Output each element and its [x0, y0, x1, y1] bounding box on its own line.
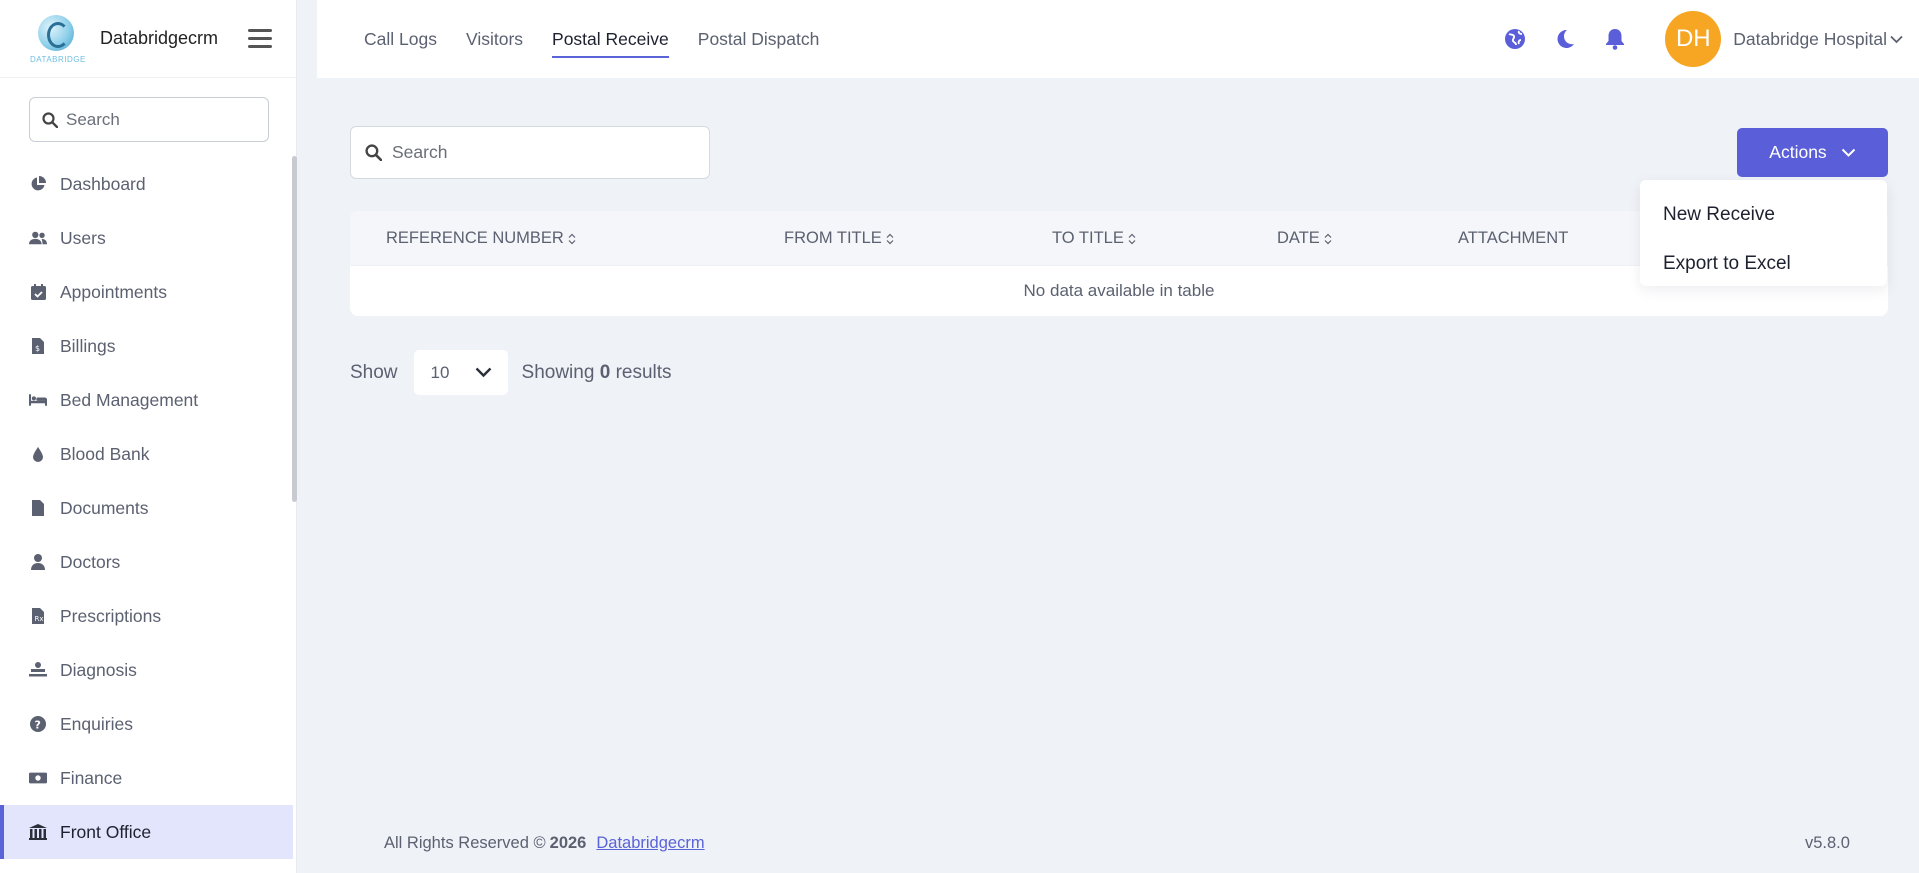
sidebar-item-label: Users [60, 227, 106, 248]
sidebar-item-diagnosis[interactable]: Diagnosis [0, 643, 293, 697]
actions-button[interactable]: Actions [1737, 128, 1888, 177]
footer-year: 2026 [549, 834, 587, 852]
results-summary: Showing 0 results [521, 361, 672, 383]
tab-visitors[interactable]: Visitors [466, 21, 523, 58]
results-count: 0 [599, 361, 611, 383]
sort-icon [568, 233, 576, 244]
money-icon [29, 769, 47, 787]
bell-icon[interactable] [1603, 27, 1627, 51]
sidebar-item-label: Enquiries [60, 713, 133, 734]
sidebar-item-label: Prescriptions [60, 605, 162, 626]
column-attachment: ATTACHMENT [1458, 229, 1569, 247]
invoice-icon: $ [29, 337, 47, 355]
sidebar-item-label: Dashboard [60, 173, 146, 194]
column-from-title[interactable]: FROM TITLE [784, 229, 894, 248]
sidebar-item-label: Diagnosis [60, 659, 137, 680]
sidebar-search [29, 97, 269, 142]
top-header: Call Logs Visitors Postal Receive Postal… [317, 0, 1919, 78]
actions-label: Actions [1769, 142, 1827, 162]
sort-icon [1324, 233, 1332, 244]
menu-item-export-excel[interactable]: Export to Excel [1640, 239, 1887, 288]
menu-item-new-receive[interactable]: New Receive [1640, 190, 1887, 239]
footer-version: v5.8.0 [1805, 834, 1850, 852]
pagination: Show 10 Showing 0 results [350, 350, 672, 395]
sidebar-search-input[interactable] [66, 109, 246, 130]
column-to-title[interactable]: TO TITLE [1052, 229, 1136, 248]
chevron-down-icon [475, 367, 491, 378]
sidebar-item-label: Documents [60, 497, 149, 518]
file-icon [29, 499, 47, 517]
search-icon [365, 144, 382, 161]
sidebar-scrollbar[interactable] [292, 156, 297, 502]
pie-chart-icon [29, 175, 47, 193]
brand-bar: DATABRIDGE Databridgecrm [0, 0, 296, 78]
sidebar-item-label: Doctors [60, 551, 121, 572]
page-size-select[interactable]: 10 [413, 350, 508, 395]
sidebar-item-label: Finance [60, 767, 123, 788]
svg-text:?: ? [35, 719, 41, 732]
avatar[interactable]: DH [1665, 11, 1722, 67]
diagnosis-icon [29, 661, 47, 679]
show-label: Show [350, 361, 398, 383]
column-reference-number[interactable]: REFERENCE NUMBER [386, 229, 576, 248]
sidebar: DATABRIDGE Databridgecrm Dashboard Users… [0, 0, 297, 873]
svg-text:$: $ [35, 344, 40, 353]
sidebar-item-dashboard[interactable]: Dashboard [0, 157, 293, 211]
page-size-value: 10 [430, 362, 450, 382]
sidebar-item-front-office[interactable]: Front Office [0, 805, 293, 859]
user-menu[interactable]: Databridge Hospital [1733, 29, 1903, 50]
prescription-icon: Rx [29, 607, 47, 625]
tab-postal-receive[interactable]: Postal Receive [552, 21, 669, 58]
header-tabs: Call Logs Visitors Postal Receive Postal… [364, 21, 848, 58]
globe-icon[interactable] [1503, 27, 1527, 51]
sort-icon [886, 233, 894, 244]
bed-icon [29, 391, 47, 409]
tab-call-logs[interactable]: Call Logs [364, 21, 437, 58]
user-name: Databridge Hospital [1733, 28, 1887, 49]
sidebar-item-documents[interactable]: Documents [0, 481, 293, 535]
footer-link[interactable]: Databridgecrm [596, 834, 704, 853]
sidebar-item-enquiries[interactable]: ? Enquiries [0, 697, 293, 751]
sidebar-item-appointments[interactable]: Appointments [0, 265, 293, 319]
search-icon [42, 111, 58, 128]
moon-icon[interactable] [1553, 27, 1577, 51]
sidebar-item-label: Front Office [60, 821, 152, 842]
calendar-check-icon [29, 283, 47, 301]
sidebar-item-label: Blood Bank [60, 443, 150, 464]
sidebar-item-bed-management[interactable]: Bed Management [0, 373, 293, 427]
sidebar-item-label: Appointments [60, 281, 168, 302]
question-icon: ? [29, 715, 47, 733]
svg-text:Rx: Rx [35, 615, 44, 623]
sort-icon [1128, 233, 1136, 244]
sidebar-item-billings[interactable]: $ Billings [0, 319, 293, 373]
drop-icon [29, 445, 47, 463]
tab-postal-dispatch[interactable]: Postal Dispatch [698, 21, 820, 58]
logo: DATABRIDGE [28, 9, 88, 69]
content-search-input[interactable] [392, 142, 672, 163]
chevron-down-icon [1890, 35, 1903, 43]
footer-copyright: All Rights Reserved © 2026 Databridgecrm [384, 834, 705, 853]
sidebar-item-label: Billings [60, 335, 116, 356]
users-icon [29, 229, 47, 247]
doctor-icon [29, 553, 47, 571]
sidebar-item-blood-bank[interactable]: Blood Bank [0, 427, 293, 481]
building-icon [29, 823, 47, 841]
menu-toggle-icon[interactable] [248, 28, 272, 49]
column-date[interactable]: DATE [1277, 229, 1332, 248]
actions-dropdown: New Receive Export to Excel [1640, 180, 1887, 286]
sidebar-menu: Dashboard Users Appointments $ Billings … [0, 157, 293, 859]
sidebar-item-finance[interactable]: Finance [0, 751, 293, 805]
sidebar-item-prescriptions[interactable]: Rx Prescriptions [0, 589, 293, 643]
sidebar-item-users[interactable]: Users [0, 211, 293, 265]
header-right: DH Databridge Hospital [1503, 10, 1903, 68]
content-search [350, 126, 710, 179]
chevron-down-icon [1841, 148, 1855, 157]
sidebar-item-doctors[interactable]: Doctors [0, 535, 293, 589]
brand-name: Databridgecrm [100, 28, 219, 48]
sidebar-item-label: Bed Management [60, 389, 199, 410]
